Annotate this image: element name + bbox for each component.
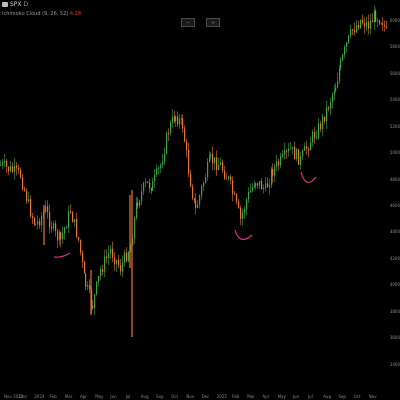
price-axis-label: 5400 — [389, 97, 400, 103]
price-axis-label: 5000 — [389, 150, 400, 156]
annotation-layer — [53, 171, 317, 258]
time-axis[interactable]: Nov 2023 Dec 2024 Feb Mar Apr May Jun Jul Aug Sep O… — [0, 392, 388, 400]
chart-type-icon[interactable] — [2, 2, 8, 7]
price-axis-label: 3400 — [389, 361, 400, 367]
price-axis-label: 5600 — [389, 70, 400, 76]
time-axis-label: Mar — [247, 394, 255, 399]
time-axis-label: Apr — [80, 394, 87, 399]
zoom-in-button[interactable]: + — [206, 18, 221, 27]
time-axis-label: May — [95, 394, 104, 399]
time-axis-label: Apr — [262, 394, 270, 399]
price-axis-label: 4400 — [389, 229, 400, 235]
time-axis-label: 2025 — [216, 394, 227, 399]
time-axis-label: Mar — [64, 394, 73, 399]
time-axis-label: Sep — [338, 394, 346, 399]
time-axis-label: Jun — [110, 394, 117, 399]
price-axis-label: 4200 — [389, 255, 400, 261]
time-axis-label: 2024 — [34, 394, 45, 399]
time-axis-label: Dec — [201, 394, 210, 399]
time-axis-label: Dec — [19, 394, 27, 399]
time-axis-label: Nov — [368, 394, 377, 399]
time-axis-label: Feb — [49, 394, 57, 399]
time-axis-label: Oct — [353, 394, 361, 399]
zoom-controls: − + — [181, 9, 226, 28]
time-axis-label: Jul — [125, 394, 131, 399]
time-axis-label: Aug — [140, 394, 149, 399]
annotation-curve[interactable] — [53, 252, 71, 258]
price-axis-label: 4000 — [389, 282, 400, 288]
time-axis-label: Aug — [323, 394, 331, 399]
price-axis-label: 4600 — [389, 203, 400, 208]
price-axis-label: 6000 — [389, 18, 400, 23]
study-label[interactable]: Ichimoku Cloud (9, 26, 52) 4.28 — [2, 11, 81, 17]
price-axis[interactable]: 6000 5800 5600 5400 5200 5000 4800 4600 4400 4200… — [388, 0, 400, 392]
time-axis-label: Oct — [171, 394, 179, 399]
zoom-out-button[interactable]: − — [181, 18, 195, 27]
price-axis-label: 3800 — [389, 308, 400, 314]
time-axis-label: May — [277, 394, 286, 399]
annotation-curve[interactable] — [234, 229, 253, 241]
time-axis-label: Sep — [156, 394, 164, 399]
time-axis-label: Jun — [292, 394, 300, 399]
price-axis-label: 3600 — [389, 335, 400, 341]
price-axis-label: 5800 — [389, 44, 400, 50]
symbol-label[interactable]: SPX D — [2, 1, 28, 8]
chart-header: SPX D Ichimoku Cloud (9, 26, 52) 4.28 − … — [0, 0, 400, 28]
time-axis-label: Jul — [308, 394, 313, 399]
time-axis-label: Nov — [186, 394, 195, 399]
time-axis-label: Feb — [232, 394, 240, 399]
annotation-curve[interactable] — [300, 171, 317, 183]
price-chart[interactable] — [0, 0, 400, 400]
price-axis-label: 5200 — [389, 123, 400, 129]
price-axis-label: 4800 — [389, 176, 400, 182]
